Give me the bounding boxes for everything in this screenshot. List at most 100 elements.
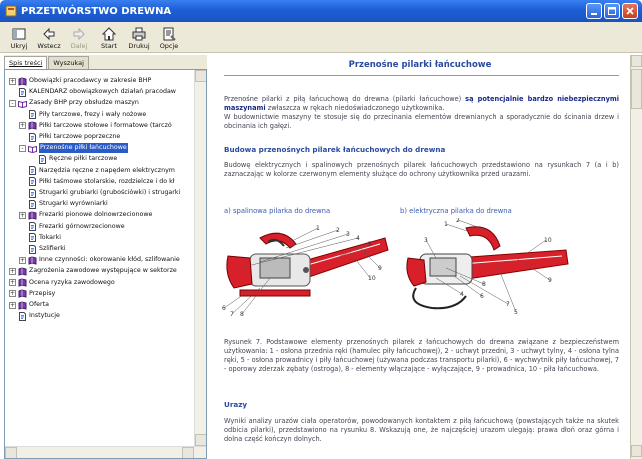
callout-number: 2	[336, 227, 340, 234]
tree-item[interactable]: Szlifierki	[19, 244, 66, 254]
window-titlebar: PRZETWÓRSTWO DREWNA	[0, 0, 642, 22]
open-book-icon	[18, 99, 27, 108]
page-icon	[28, 166, 37, 176]
tree-item-label: Frezarki pionowe dolnowrzecionowe	[39, 211, 153, 219]
book-icon	[28, 211, 37, 220]
petrol-chainsaw-figure: 1 2 3 4 5 6 7 8 9 10	[220, 218, 390, 318]
hide-button[interactable]: Ukryj	[4, 22, 34, 52]
print-button[interactable]: Drukuj	[124, 22, 154, 52]
callout-number: 1	[444, 221, 448, 228]
content-scroll-down-button[interactable]	[631, 445, 642, 457]
tree-expander-icon[interactable]: +	[19, 122, 26, 130]
tree-expander-icon[interactable]: +	[19, 211, 26, 219]
tree-expander-icon[interactable]: +	[9, 77, 16, 85]
tree-item[interactable]: + Ocena ryzyka zawodowego	[9, 278, 115, 288]
tree-expander-icon[interactable]: +	[9, 279, 16, 287]
page-icon	[28, 244, 37, 254]
scroll-left-button[interactable]	[5, 447, 17, 458]
minimize-button[interactable]	[586, 3, 602, 19]
tree-item-label: Oferta	[29, 301, 49, 308]
tree-expander-icon[interactable]: +	[9, 301, 16, 309]
options-icon	[163, 27, 176, 41]
close-button[interactable]	[622, 3, 638, 19]
section-heading-construction: Budowa przenośnych pilarek łańcuchowych …	[224, 145, 446, 154]
tree-item[interactable]: - Zasady BHP przy obsłudze maszyn	[9, 98, 139, 108]
tree-vertical-scrollbar[interactable]	[194, 70, 206, 446]
book-icon	[18, 267, 27, 276]
tree-item[interactable]: + Frezarki pionowe dolnowrzecionowe	[19, 210, 152, 220]
open-book-icon	[28, 144, 37, 153]
callout-number: 4	[356, 235, 360, 242]
tree-item-label: Przenośne piłki łańcuchowe	[39, 143, 128, 154]
tree-item[interactable]: Piłki taśmowe stolarskie, rozdzielcze i …	[19, 177, 175, 187]
callout-number: 7	[506, 301, 510, 308]
page-icon	[28, 233, 37, 243]
callout-number: 9	[548, 277, 552, 284]
home-button[interactable]: Start	[94, 22, 124, 52]
tree-horizontal-scrollbar[interactable]	[5, 446, 206, 458]
tree-item[interactable]: Piły tarczowe, frezy i wały nożowe	[19, 110, 146, 120]
tree-expander-icon[interactable]: +	[9, 290, 16, 298]
tree-item-label: Strugarki grubiarki (grubościówki) i str…	[39, 189, 181, 196]
tree-item[interactable]: Piłki tarczowe poprzeczne	[19, 132, 120, 142]
scroll-right-button[interactable]	[182, 447, 194, 458]
toolbar: Ukryj Wstecz Dalej Start Drukuj Opcje	[0, 22, 642, 53]
tree-expander-icon[interactable]: +	[9, 267, 16, 275]
book-icon	[18, 278, 27, 287]
tree-item[interactable]: Tokarki	[19, 233, 61, 243]
maximize-button[interactable]	[604, 3, 620, 19]
tree-expander-icon[interactable]: +	[19, 256, 26, 264]
back-button[interactable]: Wstecz	[34, 22, 64, 52]
injuries-paragraph: Wyniki analizy urazów ciała operatorów, …	[224, 417, 619, 443]
intro-text: Przenośne pilarki z piłą łańcuchową do d…	[224, 95, 466, 103]
tree-item-label: Ręczne piłki tarczowe	[49, 155, 118, 163]
tab-search[interactable]: Wyszukaj	[48, 56, 89, 70]
tree-item[interactable]: Strugarki wyrówniarki	[19, 199, 108, 209]
tree-item-label: Strugarki wyrówniarki	[39, 200, 108, 208]
tree-item[interactable]: Ręczne piłki tarczowe	[29, 154, 117, 164]
figure-description: Rysunek 7. Podstawowe elementy przenośny…	[224, 338, 619, 373]
tree-item[interactable]: + Przepisy	[9, 289, 55, 299]
intro-paragraph: Przenośne pilarki z piłą łańcuchową do d…	[224, 95, 619, 131]
tree-item[interactable]: KALENDARZ obowiązkowych działań pracodaw	[9, 87, 176, 97]
tree-item[interactable]: - Przenośne piłki łańcuchowe	[19, 143, 128, 154]
window-title: PRZETWÓRSTWO DREWNA	[21, 5, 172, 17]
page-icon	[18, 311, 27, 321]
printer-icon	[132, 27, 146, 41]
tree-item[interactable]: Strugarki grubiarki (grubościówki) i str…	[19, 188, 180, 198]
forward-label: Dalej	[70, 42, 88, 50]
tree-item-label: Zasady BHP przy obsłudze maszyn	[29, 99, 139, 107]
content-vertical-scrollbar[interactable]	[630, 55, 642, 459]
contents-tree: + Obowiązki pracodawcy w zakresie BHP KALE…	[4, 69, 207, 459]
tree-item[interactable]: + Inne czynności: okorowanie kłód, szlifo…	[19, 255, 180, 265]
electric-chainsaw-figure: 1 2 3 4 5 6 7 8 9 10	[396, 217, 576, 318]
forward-button[interactable]: Dalej	[64, 22, 94, 52]
page-icon	[28, 222, 37, 232]
tree-item-label: Instytucje	[29, 312, 60, 320]
tree-item[interactable]: + Obowiązki pracodawcy w zakresie BHP	[9, 76, 151, 86]
options-button[interactable]: Opcje	[154, 22, 184, 52]
tree-expander-icon[interactable]: -	[19, 144, 26, 152]
intro-second-text: W budownictwie maszyny te stosuje się do…	[224, 113, 619, 130]
scroll-up-button[interactable]	[195, 70, 206, 82]
tree-item[interactable]: + Oferta	[9, 300, 49, 310]
content-pane: Przenośne pilarki łańcuchowe Przenośne p…	[210, 55, 630, 459]
tree-item[interactable]: Narzędzia ręczne z napędem elektrycznym	[19, 166, 175, 176]
scroll-down-button[interactable]	[195, 434, 206, 446]
hide-label: Ukryj	[10, 42, 28, 50]
tab-contents[interactable]: Spis treści	[4, 56, 48, 70]
tree-expander-icon[interactable]: -	[9, 99, 16, 107]
tree-item[interactable]: + Zagrożenia zawodowe występujące w sekto…	[9, 266, 177, 276]
tree-item-label: Inne czynności: okorowanie kłód, szlifow…	[39, 256, 180, 264]
page-icon	[28, 132, 37, 142]
callout-number: 10	[544, 237, 552, 244]
tree-item-label: Piły tarczowe, frezy i wały nożowe	[39, 110, 147, 118]
nav-tabs: Spis treści Wyszukaj	[4, 56, 90, 70]
tree-item[interactable]: + Piłki tarczowe stołowe i formatowe (tar…	[19, 121, 172, 131]
content-scroll-up-button[interactable]	[631, 55, 642, 67]
tree-item[interactable]: Frezarki górnowrzecionowe	[19, 222, 125, 232]
callout-number: 5	[514, 309, 518, 316]
construction-paragraph: Budowę elektrycznych i spalinowych przen…	[224, 161, 619, 178]
tree-item[interactable]: Instytucje	[9, 311, 60, 321]
content-scroll-thumb[interactable]	[631, 69, 642, 109]
